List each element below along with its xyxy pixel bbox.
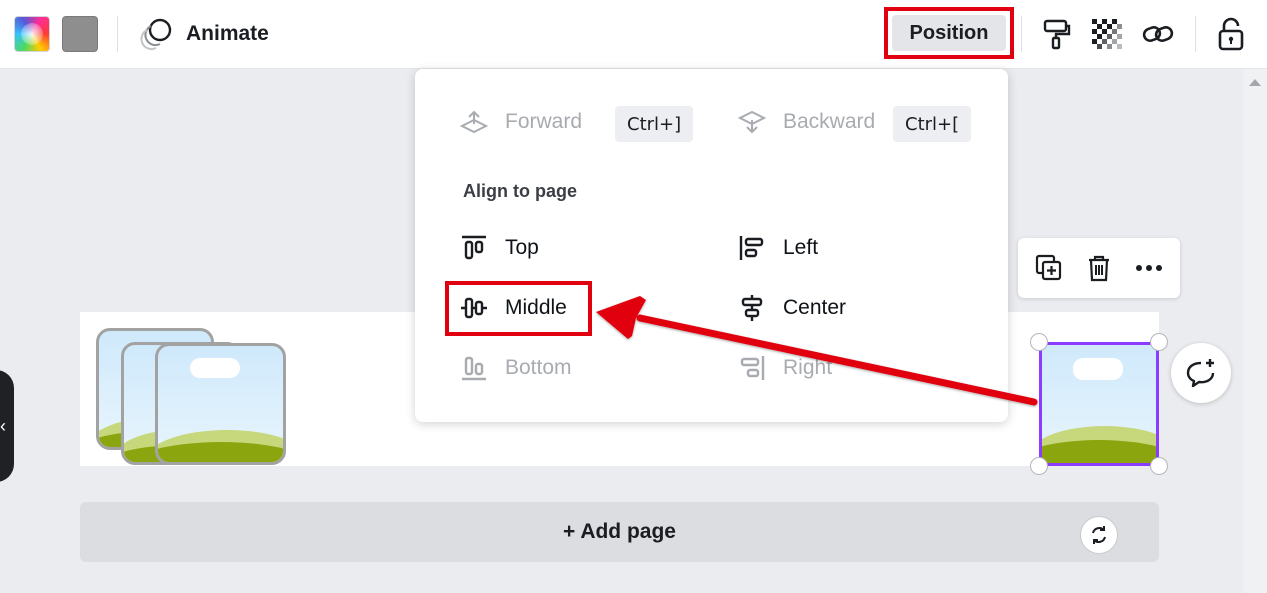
add-page-button[interactable]: + Add page [80, 502, 1159, 562]
more-horizontal-icon [1135, 264, 1163, 272]
position-button[interactable]: Position [884, 7, 1014, 59]
align-right-label: Right [783, 356, 833, 379]
layer-forward-icon [459, 107, 489, 137]
align-top-item[interactable]: Top [459, 233, 539, 263]
backward-item[interactable]: Backward [737, 107, 875, 137]
duplicate-button[interactable] [1029, 248, 1069, 288]
color-picker-button[interactable] [14, 16, 50, 52]
unlock-icon [1217, 17, 1245, 51]
align-left-item[interactable]: Left [737, 233, 818, 263]
top-toolbar: Animate Position [0, 0, 1267, 69]
backward-label: Backward [783, 110, 876, 133]
trash-icon [1087, 254, 1111, 282]
animate-icon [140, 17, 174, 51]
image-element[interactable] [155, 343, 286, 465]
vertical-scrollbar[interactable] [1243, 69, 1267, 593]
position-label: Position [892, 15, 1006, 51]
forward-item[interactable]: Forward [459, 107, 582, 137]
align-bottom-label: Bottom [505, 356, 572, 379]
fill-color-button[interactable] [62, 16, 98, 52]
align-center-icon [737, 293, 767, 323]
more-options-button[interactable] [1129, 248, 1169, 288]
selection-frame[interactable] [1039, 342, 1159, 466]
resize-handle[interactable] [1030, 333, 1048, 351]
toolbar-divider [1021, 16, 1022, 52]
toolbar-divider [117, 16, 118, 52]
comment-plus-icon [1185, 357, 1217, 389]
chevron-left-icon: ‹ [0, 415, 6, 436]
animate-label: Animate [186, 22, 269, 45]
link-button[interactable] [1138, 14, 1178, 54]
resize-handle[interactable] [1150, 457, 1168, 475]
refresh-icon [1089, 525, 1109, 545]
align-bottom-item[interactable]: Bottom [459, 353, 572, 383]
align-top-label: Top [505, 236, 539, 259]
transparency-button[interactable] [1087, 14, 1127, 54]
align-left-icon [737, 233, 767, 263]
align-to-page-heading: Align to page [463, 181, 577, 201]
toolbar-divider [1195, 16, 1196, 52]
layer-backward-icon [737, 107, 767, 137]
align-center-label: Center [783, 296, 847, 319]
scroll-up-icon[interactable] [1249, 79, 1261, 86]
copy-style-button[interactable] [1036, 14, 1076, 54]
paint-roller-icon [1041, 18, 1071, 50]
backward-shortcut: Ctrl+[ [893, 106, 972, 142]
align-right-item[interactable]: Right [737, 353, 832, 383]
forward-shortcut: Ctrl+] [615, 106, 694, 142]
add-comment-button[interactable] [1171, 343, 1231, 403]
align-right-icon [737, 353, 767, 383]
align-center-item[interactable]: Center [737, 293, 846, 323]
align-left-label: Left [783, 236, 819, 259]
align-bottom-icon [459, 353, 489, 383]
side-panel-toggle[interactable]: ‹ [0, 370, 14, 482]
refresh-button[interactable] [1080, 516, 1118, 554]
delete-button[interactable] [1079, 248, 1119, 288]
resize-handle[interactable] [1150, 333, 1168, 351]
align-top-icon [459, 233, 489, 263]
element-floating-toolbar [1018, 238, 1180, 298]
middle-highlight-box [445, 281, 592, 336]
link-icon [1142, 22, 1174, 46]
animate-button[interactable]: Animate [134, 14, 275, 54]
checkerboard-icon [1092, 19, 1122, 49]
position-dropdown: Forward Ctrl+] Backward Ctrl+[ Align to … [415, 69, 1008, 422]
duplicate-icon [1035, 254, 1063, 282]
resize-handle[interactable] [1030, 457, 1048, 475]
lock-button[interactable] [1211, 14, 1251, 54]
forward-label: Forward [505, 110, 583, 133]
add-page-label: + Add page [563, 520, 676, 543]
